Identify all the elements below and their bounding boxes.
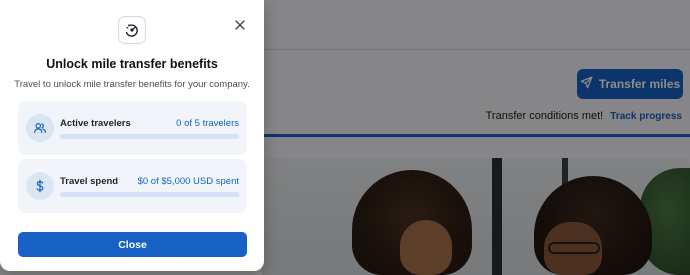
travel-spend-card: Travel spend $0 of $5,000 USD spent — [18, 159, 247, 213]
close-button[interactable]: Close — [18, 232, 247, 257]
modal-subtitle: Travel to unlock mile transfer benefits … — [14, 79, 250, 90]
active-travelers-label: Active travelers — [60, 118, 131, 129]
dollar-icon — [26, 172, 54, 200]
travel-spend-label: Travel spend — [60, 176, 119, 187]
unlock-benefits-modal: Unlock mile transfer benefits Travel to … — [0, 0, 264, 271]
gauge-icon — [118, 16, 146, 44]
close-icon[interactable] — [233, 18, 247, 32]
users-icon — [26, 114, 54, 142]
active-travelers-value: 0 of 5 travelers — [176, 118, 239, 129]
active-travelers-card: Active travelers 0 of 5 travelers — [18, 101, 247, 155]
travel-spend-progress — [60, 192, 239, 197]
active-travelers-progress — [60, 134, 239, 139]
modal-title: Unlock mile transfer benefits — [46, 57, 218, 71]
travel-spend-value: $0 of $5,000 USD spent — [137, 176, 239, 187]
